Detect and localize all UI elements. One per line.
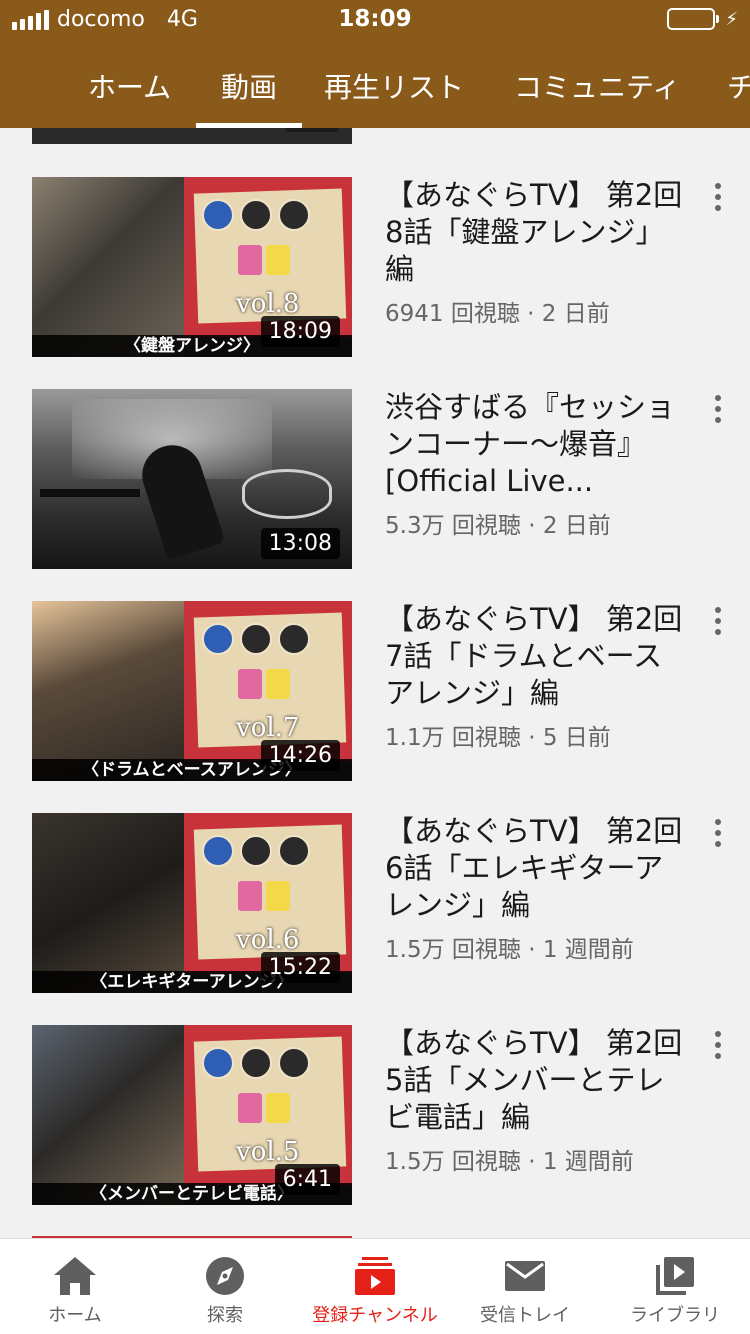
nav-library[interactable]: ライブラリ (600, 1239, 750, 1334)
status-bar: docomo 4G 18:09 ⚡ (0, 0, 750, 42)
nav-inbox-label: 受信トレイ (480, 1305, 570, 1326)
more-options-icon[interactable] (706, 819, 730, 855)
nav-inbox[interactable]: 受信トレイ (450, 1239, 600, 1334)
library-icon (656, 1257, 694, 1295)
video-duration: 14:26 (260, 740, 340, 771)
nav-home-label: ホーム (48, 1305, 102, 1326)
thumbnail-logo-panel: vol.5 (184, 1025, 352, 1185)
thumbnail-vol-label: vol.5 (236, 1137, 300, 1167)
video-duration: 15:22 (260, 952, 340, 983)
video-item[interactable]: vol.5 〈メンバーとテレビ電話〉 6:41 【あなぐらTV】 第2回 5話「… (0, 1025, 750, 1205)
video-info[interactable]: 渋谷すばる『セッションコーナー〜爆音』 [Official Live... 5.… (385, 389, 685, 540)
video-meta: 1.5万 回視聴 · 1 週間前 (385, 1149, 634, 1175)
video-meta: 5.3万 回視聴 · 2 日前 (385, 513, 611, 539)
thumbnail-photo (32, 1025, 184, 1205)
video-title[interactable]: 【あなぐらTV】 第2回 6話「エレキギターアレンジ」編 (385, 813, 685, 924)
video-thumbnail[interactable]: vol.7 〈ドラムとベースアレンジ〉 14:26 (32, 601, 352, 781)
charging-icon: ⚡ (725, 8, 738, 30)
nav-explore-label: 探索 (207, 1305, 243, 1326)
video-duration: 18:09 (260, 316, 340, 347)
nav-subscriptions[interactable]: 登録チャンネル (300, 1239, 450, 1334)
video-info[interactable]: 【あなぐらTV】 第2回 8話「鍵盤アレンジ」編 6941 回視聴 · 2 日前 (385, 177, 685, 328)
video-thumbnail[interactable]: vol.8 〈鍵盤アレンジ〉 18:09 (32, 177, 352, 357)
more-options-icon[interactable] (706, 183, 730, 219)
compass-icon (206, 1257, 244, 1295)
video-title[interactable]: 【あなぐらTV】 第2回 8話「鍵盤アレンジ」編 (385, 177, 685, 288)
tab-home[interactable]: ホーム (88, 50, 171, 128)
more-options-icon[interactable] (706, 1031, 730, 1067)
tab-channels[interactable]: チ (727, 50, 750, 128)
previous-video-thumbnail[interactable] (32, 128, 352, 144)
thumbnail-photo (32, 813, 184, 993)
video-meta: 1.5万 回視聴 · 1 週間前 (385, 937, 634, 963)
video-duration: 13:08 (260, 528, 340, 559)
tab-community[interactable]: コミュニティ (514, 50, 680, 128)
tab-videos[interactable]: 動画 (195, 50, 303, 128)
thumbnail-vol-label: vol.7 (236, 713, 300, 743)
video-info[interactable]: 【あなぐらTV】 第2回 6話「エレキギターアレンジ」編 1.5万 回視聴 · … (385, 813, 685, 964)
thumbnail-logo-panel: vol.6 (184, 813, 352, 973)
channel-tabs: ホーム 動画 再生リスト コミュニティ チ (0, 50, 750, 128)
tab-playlists[interactable]: 再生リスト (324, 50, 464, 128)
video-thumbnail[interactable]: vol.5 〈メンバーとテレビ電話〉 6:41 (32, 1025, 352, 1205)
clock: 18:09 (338, 6, 412, 32)
nav-subscriptions-label: 登録チャンネル (312, 1305, 438, 1326)
channel-header: docomo 4G 18:09 ⚡ ホーム 動画 再生リスト コミュニティ チ (0, 0, 750, 128)
more-options-icon[interactable] (706, 607, 730, 643)
video-meta: 1.1万 回視聴 · 5 日前 (385, 725, 611, 751)
nav-library-label: ライブラリ (630, 1305, 720, 1326)
home-icon (54, 1257, 96, 1295)
video-title[interactable]: 渋谷すばる『セッションコーナー〜爆音』 [Official Live... (385, 389, 685, 500)
thumbnail-photo (32, 177, 184, 357)
thumbnail-logo-panel: vol.8 (184, 177, 352, 337)
video-thumbnail[interactable]: 13:08 (32, 389, 352, 569)
more-options-icon[interactable] (706, 395, 730, 431)
thumbnail-vol-label: vol.8 (236, 289, 300, 319)
nav-explore[interactable]: 探索 (150, 1239, 300, 1334)
battery-icon (667, 8, 720, 30)
video-title[interactable]: 【あなぐらTV】 第2回 5話「メンバーとテレビ電話」編 (385, 1025, 685, 1136)
thumbnail-photo (32, 601, 184, 781)
video-info[interactable]: 【あなぐらTV】 第2回 7話「ドラムとベースアレンジ」編 1.1万 回視聴 ·… (385, 601, 685, 752)
thumbnail-vol-label: vol.6 (236, 925, 300, 955)
video-title[interactable]: 【あなぐらTV】 第2回 7話「ドラムとベースアレンジ」編 (385, 601, 685, 712)
nav-home[interactable]: ホーム (0, 1239, 150, 1334)
video-item[interactable]: vol.8 〈鍵盤アレンジ〉 18:09 【あなぐらTV】 第2回 8話「鍵盤ア… (0, 177, 750, 357)
video-meta: 6941 回視聴 · 2 日前 (385, 301, 610, 327)
video-item[interactable]: vol.7 〈ドラムとベースアレンジ〉 14:26 【あなぐらTV】 第2回 7… (0, 601, 750, 781)
video-item[interactable]: 13:08 渋谷すばる『セッションコーナー〜爆音』 [Official Live… (0, 389, 750, 569)
subscriptions-icon (355, 1257, 395, 1295)
video-duration: 6:41 (274, 1164, 340, 1195)
video-thumbnail[interactable]: vol.6 〈エレキギターアレンジ〉 15:22 (32, 813, 352, 993)
inbox-icon (505, 1261, 545, 1291)
bottom-navigation: ホーム 探索 登録チャンネル 受信トレイ ライブラリ (0, 1238, 750, 1334)
status-right: ⚡ (667, 8, 738, 30)
video-list: vol.8 〈鍵盤アレンジ〉 18:09 【あなぐらTV】 第2回 8話「鍵盤ア… (0, 128, 750, 1238)
video-item[interactable]: vol.6 〈エレキギターアレンジ〉 15:22 【あなぐらTV】 第2回 6話… (0, 813, 750, 993)
video-info[interactable]: 【あなぐらTV】 第2回 5話「メンバーとテレビ電話」編 1.5万 回視聴 · … (385, 1025, 685, 1176)
thumbnail-logo-panel: vol.7 (184, 601, 352, 761)
